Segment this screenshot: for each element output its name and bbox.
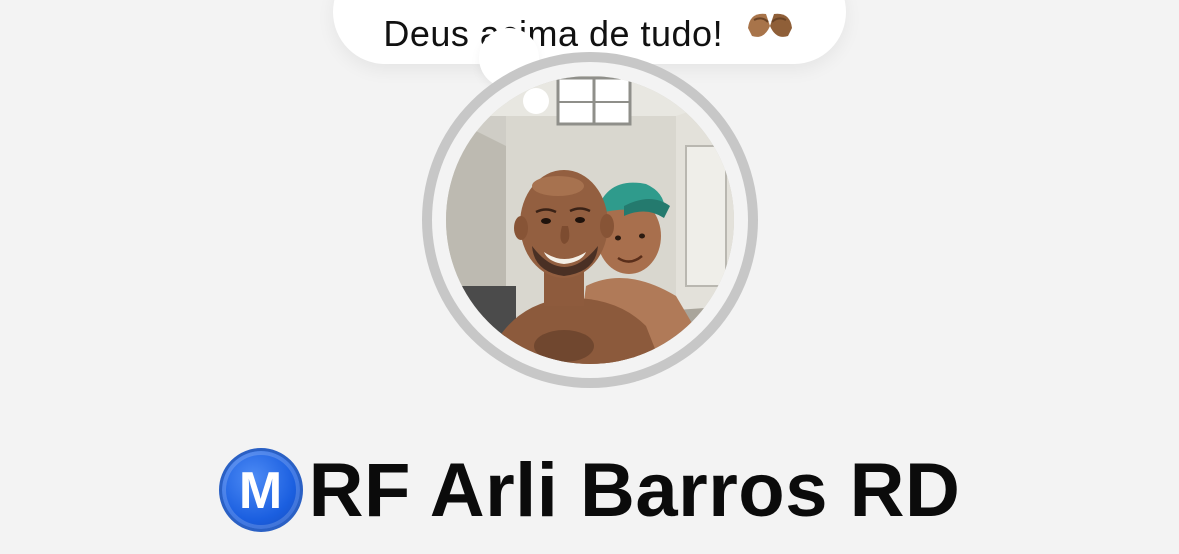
profile-name-row: M RF Arli Barros RD (0, 440, 1179, 540)
badge-letter: M (238, 462, 283, 520)
profile-name: RF Arli Barros RD (308, 447, 961, 533)
note-text: Deus acima de tudo! (383, 12, 724, 54)
profile-avatar[interactable] (422, 52, 758, 388)
folded-hands-icon (744, 6, 796, 55)
avatar-photo (446, 76, 734, 364)
note-bubble-tail-dot (523, 88, 549, 114)
meta-verified-badge-icon: M (218, 448, 303, 532)
note-content: Deus acima de tudo! (383, 13, 795, 56)
